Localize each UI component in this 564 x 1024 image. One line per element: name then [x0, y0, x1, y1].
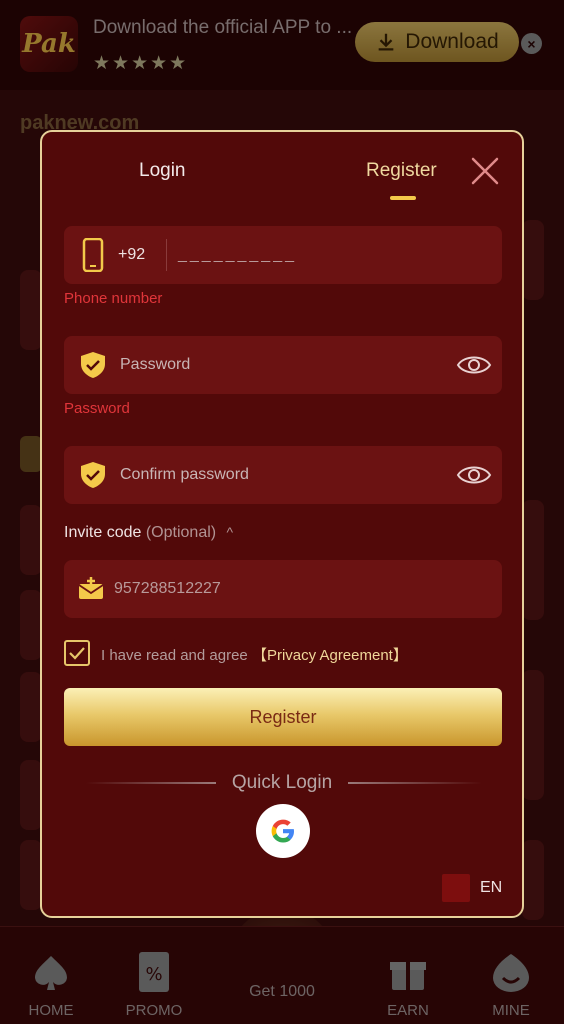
tab-active-indicator	[390, 196, 416, 200]
invite-code-input[interactable]: 957288512227	[114, 560, 221, 618]
check-icon	[69, 647, 85, 660]
phone-error-label: Phone number	[64, 290, 163, 307]
invite-label-text: Invite code	[64, 524, 142, 541]
invite-code-field[interactable]: 957288512227	[64, 560, 502, 618]
country-code[interactable]: +92	[118, 226, 145, 284]
close-icon[interactable]	[468, 154, 502, 188]
confirm-password-input[interactable]: Confirm password	[120, 446, 249, 504]
phone-field[interactable]: +92 __________	[64, 226, 502, 284]
password-input[interactable]: Password	[120, 336, 190, 394]
shield-icon	[81, 462, 105, 488]
google-icon	[271, 819, 294, 843]
tab-register[interactable]: Register	[366, 160, 437, 182]
shield-icon	[81, 352, 105, 378]
confirm-password-field[interactable]: Confirm password	[64, 446, 502, 504]
eye-icon[interactable]	[456, 351, 492, 379]
quick-login-label: Quick Login	[231, 772, 333, 793]
language-label[interactable]: EN	[480, 879, 502, 897]
field-divider	[166, 239, 167, 271]
agreement-label: I have read and agree	[101, 647, 248, 664]
invite-code-label[interactable]: Invite code (Optional) ^	[64, 524, 233, 542]
google-login-button[interactable]	[256, 804, 310, 858]
tab-login[interactable]: Login	[139, 160, 186, 182]
envelope-icon	[78, 577, 104, 599]
phone-icon	[82, 238, 104, 272]
password-field[interactable]: Password	[64, 336, 502, 394]
register-button[interactable]: Register	[64, 688, 502, 746]
register-modal: Login Register +92 __________ Phone numb…	[40, 130, 524, 918]
agreement-text: I have read and agree 【Privacy Agreement…	[101, 644, 408, 665]
invite-optional-text: (Optional)	[145, 524, 217, 541]
agree-checkbox[interactable]	[64, 640, 90, 666]
flag-icon[interactable]	[442, 874, 470, 902]
chevron-up-icon[interactable]: ^	[227, 524, 234, 540]
phone-input[interactable]: __________	[178, 226, 297, 284]
password-error-label: Password	[64, 400, 130, 417]
privacy-agreement-link[interactable]: 【Privacy Agreement】	[252, 647, 408, 664]
eye-icon[interactable]	[456, 461, 492, 489]
